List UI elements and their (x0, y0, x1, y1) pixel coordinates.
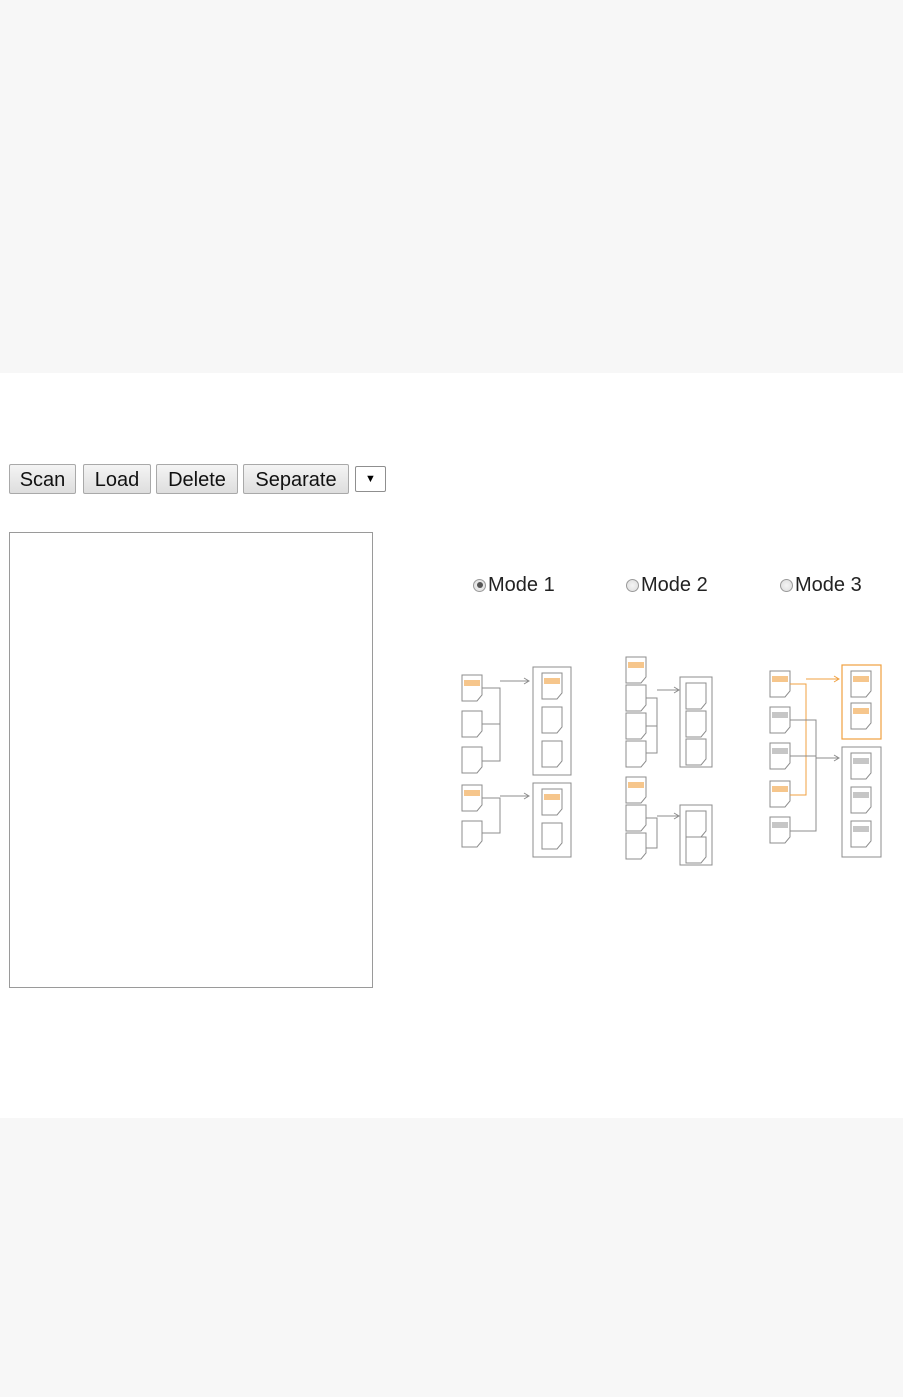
dropdown-button[interactable]: ▼ (355, 466, 386, 492)
load-button[interactable]: Load (83, 464, 151, 494)
mode-3-radio[interactable] (780, 578, 793, 592)
delete-button[interactable]: Delete (156, 464, 238, 494)
mode-2-diagram[interactable] (622, 653, 722, 873)
mode-1-diagram[interactable] (458, 663, 578, 863)
scan-button[interactable]: Scan (9, 464, 76, 494)
mode-1-label: Mode 1 (488, 574, 555, 596)
chevron-down-icon: ▼ (365, 473, 376, 485)
mode-3-label: Mode 3 (795, 574, 862, 596)
mode-3-diagram[interactable] (766, 661, 890, 866)
mode-2-label: Mode 2 (641, 574, 708, 596)
image-viewer[interactable] (9, 532, 373, 988)
mode-1-radio[interactable] (473, 578, 486, 592)
mode-3-option[interactable]: Mode 3 (780, 572, 862, 598)
main-panel: Scan Load Delete Separate ▼ Mode 1 Mode … (0, 373, 903, 1118)
mode-2-radio[interactable] (626, 578, 639, 592)
mode-2-option[interactable]: Mode 2 (626, 572, 708, 598)
separate-button[interactable]: Separate (243, 464, 349, 494)
mode-1-option[interactable]: Mode 1 (473, 572, 555, 598)
